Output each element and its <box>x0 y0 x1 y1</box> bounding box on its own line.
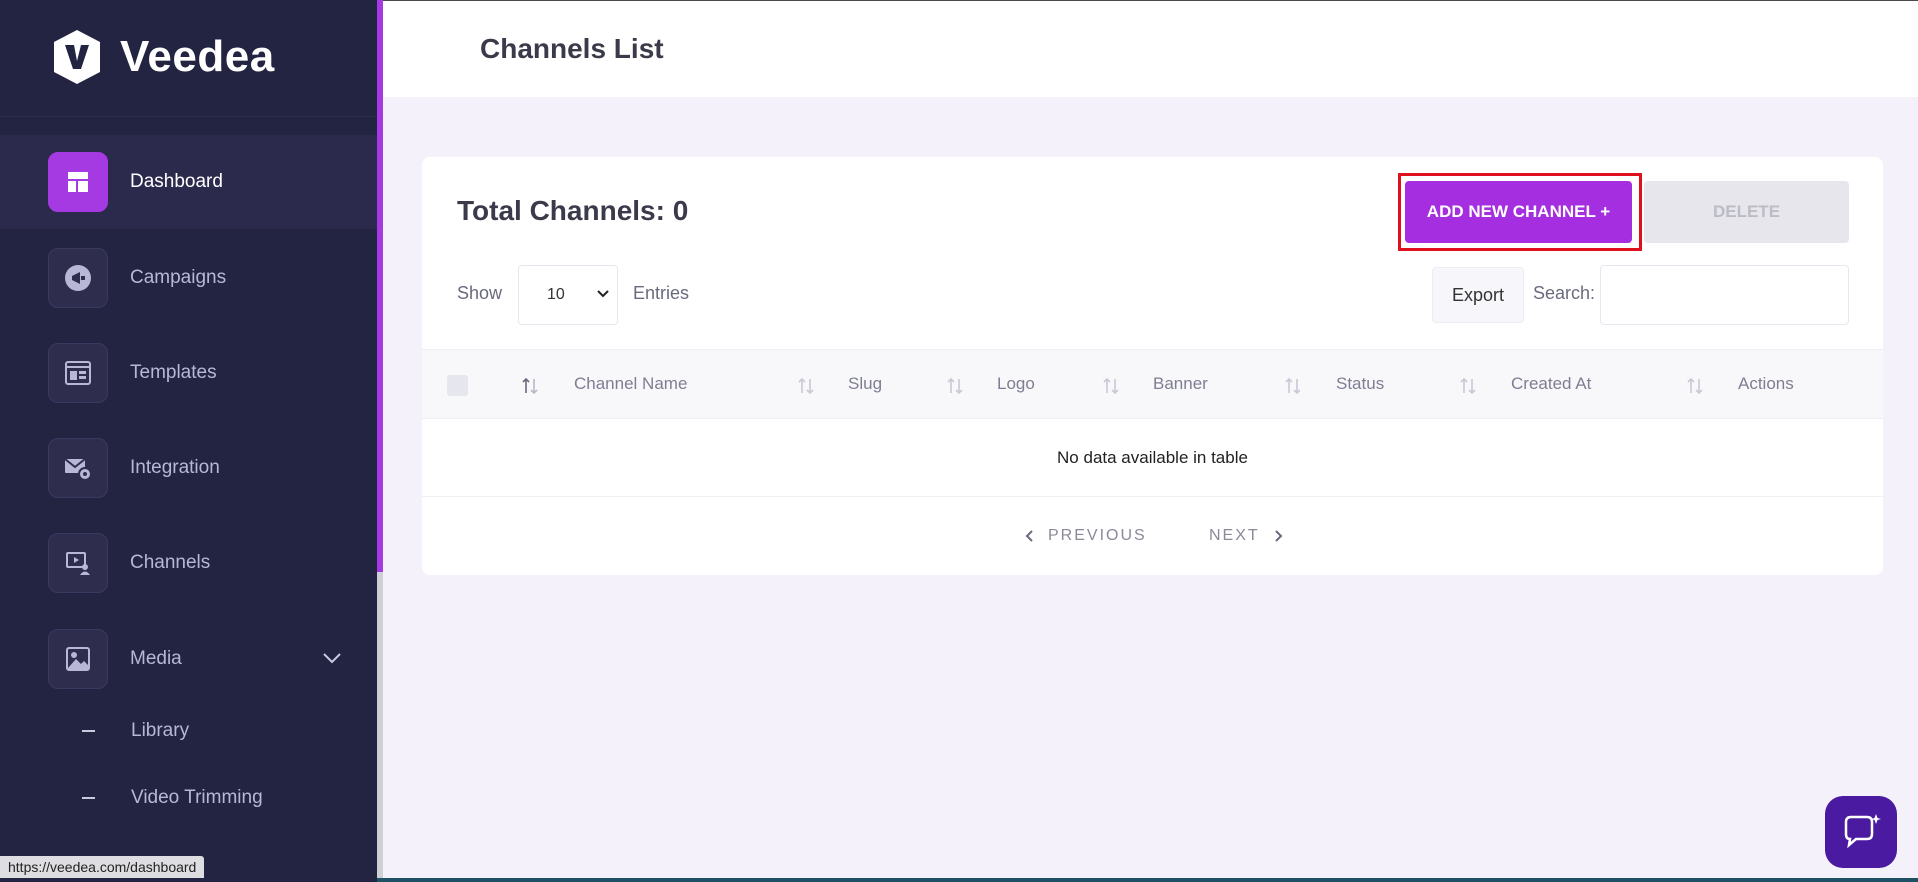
sidebar-item-integration[interactable]: Integration <box>0 421 377 515</box>
sort-icon[interactable] <box>1458 376 1478 396</box>
sidebar-item-channels[interactable]: Channels <box>0 516 377 610</box>
sidebar-item-media[interactable]: Media <box>0 612 377 706</box>
brand-divider <box>0 116 377 117</box>
template-icon <box>48 343 108 403</box>
show-label: Show <box>457 283 503 303</box>
add-new-channel-button[interactable]: ADD NEW CHANNEL + <box>1405 181 1632 243</box>
next-page-button[interactable]: NEXT <box>1209 527 1284 545</box>
column-header-created-at[interactable]: Created At <box>1511 374 1591 394</box>
sidebar-scrollbar-track[interactable] <box>377 572 383 882</box>
chat-bubble-icon <box>1844 814 1881 849</box>
select-all-checkbox[interactable] <box>447 375 468 396</box>
status-bar-url: https://veedea.com/dashboard <box>0 856 205 878</box>
mail-gear-icon <box>48 438 108 498</box>
image-icon <box>48 629 108 689</box>
sidebar-subitem-video-trimming[interactable]: Video Trimming <box>0 778 377 818</box>
previous-label: PREVIOUS <box>1048 527 1147 544</box>
total-channels-title: Total Channels: 0 <box>457 195 689 226</box>
bottom-strip <box>377 878 1918 882</box>
brand[interactable]: Veedea <box>48 28 275 86</box>
empty-table-message: No data available in table <box>1057 447 1248 467</box>
sidebar-item-label: Channels <box>130 552 211 573</box>
sort-icon[interactable] <box>1283 376 1303 396</box>
export-button[interactable]: Export <box>1432 267 1524 323</box>
table-header: Channel Name Slug Logo Banner Status Cre… <box>422 349 1883 419</box>
sidebar-item-label: Campaigns <box>130 267 227 288</box>
column-header-actions: Actions <box>1738 374 1794 393</box>
search-input[interactable] <box>1600 265 1849 325</box>
sidebar-item-label: Templates <box>130 362 217 383</box>
dash-marker <box>82 797 95 799</box>
sort-icon[interactable] <box>945 376 965 396</box>
sort-icon[interactable] <box>1685 376 1705 396</box>
sidebar-subitem-label: Library <box>131 720 190 741</box>
page-title: Channels List <box>480 33 664 64</box>
sidebar-subitem-library[interactable]: Library <box>0 711 377 751</box>
delete-button[interactable]: DELETE <box>1644 181 1849 243</box>
sort-icon[interactable] <box>1101 376 1121 396</box>
channel-icon <box>48 533 108 593</box>
dashboard-icon <box>48 152 108 212</box>
sidebar-subitem-label: Video Trimming <box>131 787 263 808</box>
chevron-right-icon <box>1274 530 1283 542</box>
chevron-down-icon <box>597 290 609 298</box>
entries-select[interactable]: 10 <box>518 265 618 325</box>
megaphone-icon <box>48 248 108 308</box>
sidebar-item-label: Media <box>130 648 182 669</box>
chevron-down-icon[interactable] <box>322 652 342 664</box>
sidebar-item-templates[interactable]: Templates <box>0 326 377 420</box>
sort-icon[interactable] <box>796 376 816 396</box>
previous-page-button[interactable]: PREVIOUS <box>1024 527 1147 545</box>
entries-label: Entries <box>633 283 690 303</box>
pagination: PREVIOUS NEXT <box>422 527 1883 557</box>
page-header: Channels List <box>383 0 1918 97</box>
sidebar-item-dashboard[interactable]: Dashboard <box>0 135 377 229</box>
column-header-status[interactable]: Status <box>1336 374 1384 394</box>
channels-card: Total Channels: 0 ADD NEW CHANNEL + DELE… <box>422 157 1883 575</box>
chevron-left-icon <box>1025 530 1033 542</box>
search-label: Search: <box>1533 283 1596 303</box>
next-label: NEXT <box>1209 527 1260 544</box>
brand-name: Veedea <box>120 32 275 81</box>
sidebar-item-label: Dashboard <box>130 171 223 192</box>
column-header-channel-name[interactable]: Channel Name <box>574 374 687 394</box>
entries-select-value: 10 <box>547 286 565 303</box>
sidebar: Veedea Dashboard Campaigns Templates Int… <box>0 0 377 882</box>
column-header-slug[interactable]: Slug <box>848 374 882 394</box>
dash-marker <box>82 730 95 732</box>
veedea-logo-icon <box>54 30 100 84</box>
column-header-logo[interactable]: Logo <box>997 374 1035 394</box>
empty-table-row: No data available in table <box>422 419 1883 497</box>
sidebar-item-label: Integration <box>130 457 220 478</box>
sort-icon[interactable] <box>520 376 540 396</box>
sidebar-item-campaigns[interactable]: Campaigns <box>0 231 377 325</box>
column-header-banner[interactable]: Banner <box>1153 374 1208 394</box>
chat-support-button[interactable] <box>1825 796 1897 868</box>
